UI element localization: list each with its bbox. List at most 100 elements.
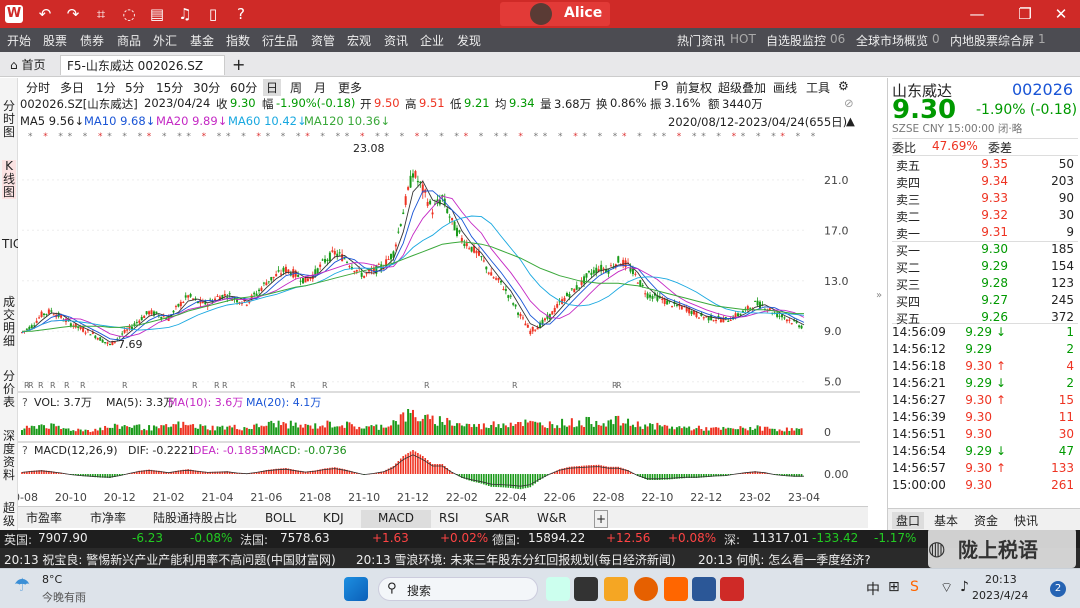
tab-boll[interactable]: BOLL xyxy=(265,510,296,528)
tab-sar[interactable]: SAR xyxy=(485,510,509,528)
tab-macd[interactable]: MACD xyxy=(361,510,431,528)
tab-orderbook[interactable]: 盘口 xyxy=(892,512,925,529)
tab-pe[interactable]: 市盈率 xyxy=(26,510,62,528)
global-overview-link[interactable]: 全球市场概览 xyxy=(856,32,928,49)
candle-body xyxy=(38,317,41,319)
start-icon[interactable] xyxy=(344,577,368,601)
news-item[interactable]: 20:13 何帆: 怎么看一季度经济? xyxy=(698,551,871,568)
menu-item[interactable]: 宏观 xyxy=(347,32,371,49)
wifi-icon[interactable]: ⌔ xyxy=(940,579,953,597)
menu-item[interactable]: 股票 xyxy=(43,32,67,49)
wind-icon[interactable] xyxy=(720,577,744,601)
collapse-icon[interactable]: » xyxy=(876,290,882,301)
menu-item[interactable]: 发现 xyxy=(457,32,481,49)
note-icon[interactable]: ▤ xyxy=(148,5,166,23)
forward-icon[interactable]: ↷ xyxy=(64,5,82,23)
tab-flash[interactable]: 快讯 xyxy=(1014,512,1038,529)
tab-kdj[interactable]: KDJ xyxy=(323,510,344,528)
view-tick[interactable]: TICK xyxy=(2,238,29,251)
back-icon[interactable]: ↶ xyxy=(36,5,54,23)
menu-item[interactable]: 企业 xyxy=(420,32,444,49)
menu-item[interactable]: 指数 xyxy=(226,32,250,49)
bell-icon[interactable]: ♫ xyxy=(176,5,194,23)
search-box[interactable]: ⚲ 搜索 xyxy=(378,577,538,601)
lock-icon[interactable]: ▲ xyxy=(846,114,855,128)
menu-item[interactable]: 资管 xyxy=(311,32,335,49)
close-icon[interactable]: ✕ xyxy=(1052,5,1070,23)
tab-pb[interactable]: 市净率 xyxy=(90,510,126,528)
ticker-change: -133.42 xyxy=(812,531,859,545)
taskview-icon[interactable] xyxy=(574,577,598,601)
tools-button[interactable]: 工具 xyxy=(806,79,830,96)
tab-funds[interactable]: 资金 xyxy=(974,512,998,529)
volume-bar xyxy=(243,427,246,435)
view-timeshare[interactable]: 分时图 xyxy=(2,100,16,139)
chat-icon[interactable]: ◌ xyxy=(120,5,138,23)
volume-icon[interactable]: ♪ xyxy=(960,579,969,595)
view-trade-detail[interactable]: 成交明细 xyxy=(2,296,16,348)
firefox-icon[interactable] xyxy=(634,577,658,601)
add-indicator-button[interactable]: + xyxy=(594,510,608,528)
vol-help[interactable]: ? xyxy=(22,396,28,409)
explorer-icon[interactable] xyxy=(604,577,628,601)
add-tab-icon[interactable]: + xyxy=(226,55,251,75)
menu-item[interactable]: 基金 xyxy=(190,32,214,49)
menu-item[interactable]: 资讯 xyxy=(384,32,408,49)
tab-northbound[interactable]: 陆股通持股占比 xyxy=(153,510,237,528)
tray-app-icon[interactable]: S xyxy=(910,579,919,595)
widget-icon[interactable] xyxy=(546,577,570,601)
menu-item[interactable]: 开始 xyxy=(7,32,31,49)
period-more[interactable]: 更多 xyxy=(338,79,362,96)
kline-chart[interactable]: * * * * * * * * * * * * * * * * * * * * * * * * * * * * * * * * * * * * * * * *… xyxy=(18,130,860,505)
macd-help[interactable]: ? xyxy=(22,444,28,457)
ime-icon[interactable]: ⊞ xyxy=(888,579,900,595)
adjust-button[interactable]: 前复权 xyxy=(676,79,712,96)
maximize-icon[interactable]: ❐ xyxy=(1016,5,1034,23)
period-multiday[interactable]: 多日 xyxy=(60,79,84,96)
period-30min[interactable]: 30分 xyxy=(193,79,220,96)
view-depth[interactable]: 深度资料 xyxy=(2,430,16,482)
word-icon[interactable] xyxy=(692,577,716,601)
minimize-icon[interactable]: — xyxy=(968,5,986,23)
user-badge[interactable]: Alice xyxy=(500,2,610,26)
lang-icon[interactable]: 中 xyxy=(866,579,880,599)
period-month[interactable]: 月 xyxy=(314,79,326,96)
volume-bar xyxy=(363,428,366,435)
view-price-table[interactable]: 分价表 xyxy=(2,370,16,409)
tab-stock[interactable]: F5-山东威达 002026.SZ xyxy=(60,55,225,75)
period-60min[interactable]: 60分 xyxy=(230,79,257,96)
news-item[interactable]: 20:13 祝宝良: 警惕新兴产业产能利用率不高问题(中国财富网) xyxy=(4,551,336,568)
menu-item[interactable]: 商品 xyxy=(117,32,141,49)
view-kline[interactable]: K线图 xyxy=(2,160,16,199)
candle-body xyxy=(514,304,517,307)
news-item[interactable]: 20:13 雪浪环境: 未来三年股东分红回报规划(每日经济新闻) xyxy=(356,551,676,568)
tab-basic[interactable]: 基本 xyxy=(934,512,958,529)
notification-badge[interactable]: 2 xyxy=(1050,581,1066,597)
view-super[interactable]: 超级 xyxy=(2,502,16,528)
period-week[interactable]: 周 xyxy=(290,79,302,96)
macd-bar xyxy=(497,474,500,488)
period-day[interactable]: 日 xyxy=(263,79,282,96)
menu-item[interactable]: 债券 xyxy=(80,32,104,49)
app-icon[interactable] xyxy=(664,577,688,601)
settings-icon[interactable]: ⚙ xyxy=(838,79,849,93)
doc-icon[interactable]: ▯ xyxy=(204,5,222,23)
watchlist-monitor-link[interactable]: 自选股监控 xyxy=(766,32,826,49)
menu-item[interactable]: 外汇 xyxy=(153,32,177,49)
hot-news-link[interactable]: 热门资讯 xyxy=(677,32,725,49)
tab-rsi[interactable]: RSI xyxy=(439,510,459,528)
period-15min[interactable]: 15分 xyxy=(156,79,183,96)
tab-wr[interactable]: W&R xyxy=(537,510,567,528)
qa-icon[interactable]: ? xyxy=(232,5,250,23)
crop-icon[interactable]: ⌗ xyxy=(92,5,110,23)
period-5min[interactable]: 5分 xyxy=(125,79,145,96)
f9-button[interactable]: F9 xyxy=(654,79,669,93)
clear-icon[interactable]: ⊘ xyxy=(844,96,854,110)
tab-home[interactable]: ⌂ 首页 xyxy=(4,55,58,75)
menu-item[interactable]: 衍生品 xyxy=(262,32,298,49)
overlay-button[interactable]: 超级叠加 xyxy=(718,79,766,96)
period-timeshare[interactable]: 分时 xyxy=(26,79,50,96)
draw-button[interactable]: 画线 xyxy=(773,79,797,96)
mainland-screen-link[interactable]: 内地股票综合屏 xyxy=(950,32,1034,49)
period-1min[interactable]: 1分 xyxy=(96,79,116,96)
